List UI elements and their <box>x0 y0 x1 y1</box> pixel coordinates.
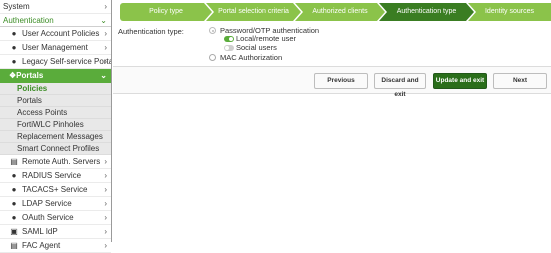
sidebar-item-user-management[interactable]: ● User Management › <box>0 41 111 55</box>
wizard-step-authentication-type[interactable]: Authentication type <box>379 3 474 21</box>
update-and-exit-button[interactable]: Update and exit <box>433 73 487 89</box>
sidebar-item-label: System <box>3 2 30 11</box>
chevron-right-icon: › <box>104 213 107 222</box>
chevron-down-icon: ⌄ <box>100 16 107 25</box>
chevron-down-icon: ⌄ <box>100 71 107 80</box>
chevron-right-icon: › <box>104 57 107 66</box>
discard-and-exit-button[interactable]: Discard and exit <box>374 73 426 98</box>
chevron-right-icon: › <box>104 157 107 166</box>
local-remote-user-toggle[interactable] <box>224 36 234 42</box>
oauth-icon: ● <box>11 213 17 222</box>
sidebar-section-label: Authentication <box>3 16 54 25</box>
wizard-step-identity-sources[interactable]: Identity sources <box>468 3 551 21</box>
wizard-step-authorized-clients[interactable]: Authorized clients <box>295 3 385 21</box>
tacacs-icon: ● <box>11 185 17 194</box>
mac-authorization-label: MAC Authorization <box>220 53 283 62</box>
sidebar-item-oauth-service[interactable]: ● OAuth Service › <box>0 211 111 225</box>
wizard-step-portal-selection-criteria[interactable]: Portal selection criteria <box>206 3 301 21</box>
password-otp-radio[interactable] <box>209 27 216 34</box>
sidebar-section-authentication[interactable]: Authentication ⌄ <box>0 14 111 27</box>
sidebar-item-remote-auth-servers[interactable]: ▤ Remote Auth. Servers › <box>0 155 111 169</box>
chevron-right-icon: › <box>104 171 107 180</box>
sidebar-item-label: SAML IdP <box>22 227 58 236</box>
user-icon: ● <box>11 29 17 38</box>
sidebar-item-label: RADIUS Service <box>22 171 82 180</box>
sidebar-item-label: User Management <box>22 43 88 52</box>
users-icon: ● <box>11 43 17 52</box>
ldap-icon: ● <box>11 199 17 208</box>
mac-authorization-radio[interactable] <box>209 54 216 61</box>
next-button[interactable]: Next <box>493 73 547 89</box>
chevron-right-icon: › <box>104 185 107 194</box>
sidebar-item-radius-service[interactable]: ● RADIUS Service › <box>0 169 111 183</box>
chevron-right-icon: › <box>104 227 107 236</box>
sidebar-item-fac-agent[interactable]: ▤ FAC Agent › <box>0 239 111 253</box>
chevron-right-icon: › <box>104 2 107 11</box>
saml-icon: ▣ <box>10 227 18 236</box>
social-users-toggle[interactable] <box>224 45 234 51</box>
sidebar-item-portals[interactable]: ❖Portals ⌄ <box>0 69 111 83</box>
sidebar-item-label: User Account Policies <box>22 29 100 38</box>
sidebar-item-tacacs-service[interactable]: ● TACACS+ Service › <box>0 183 111 197</box>
sidebar-subitem-replacement-messages[interactable]: Replacement Messages <box>0 131 111 143</box>
sidebar-subitem-fortiwlc-pinholes[interactable]: FortiWLC Pinholes <box>0 119 111 131</box>
sidebar-item-user-account-policies[interactable]: ● User Account Policies › <box>0 27 111 41</box>
sidebar: System › Authentication ⌄ ● User Account … <box>0 0 112 253</box>
local-remote-user-label: Local/remote user <box>236 34 297 43</box>
sidebar-subitem-portals[interactable]: Portals <box>0 95 111 107</box>
sidebar-item-label: FAC Agent <box>22 241 61 250</box>
chevron-right-icon: › <box>104 199 107 208</box>
chevron-right-icon: › <box>104 29 107 38</box>
sidebar-item-label: OAuth Service <box>22 213 74 222</box>
sidebar-item-label: Legacy Self-service Portal <box>22 57 111 66</box>
sidebar-item-label: Remote Auth. Servers <box>22 157 101 166</box>
authentication-type-label: Authentication type: <box>118 27 184 36</box>
sidebar-subitem-policies[interactable]: Policies <box>0 83 111 95</box>
sidebar-item-system[interactable]: System › <box>0 0 111 14</box>
sidebar-subitem-smart-connect-profiles[interactable]: Smart Connect Profiles <box>0 143 111 155</box>
wizard-step-policy-type[interactable]: Policy type <box>120 3 212 21</box>
sidebar-item-ldap-service[interactable]: ● LDAP Service › <box>0 197 111 211</box>
server-icon: ▤ <box>10 157 18 166</box>
sidebar-item-label: TACACS+ Service <box>22 185 88 194</box>
sidebar-item-legacy-self-service-portal[interactable]: ● Legacy Self-service Portal › <box>0 55 111 69</box>
agent-icon: ▤ <box>10 241 18 250</box>
chevron-right-icon: › <box>104 241 107 250</box>
sidebar-item-label: LDAP Service <box>22 199 72 208</box>
user-icon: ● <box>11 57 17 66</box>
sidebar-subitem-access-points[interactable]: Access Points <box>0 107 111 119</box>
chevron-right-icon: › <box>104 43 107 52</box>
social-users-label: Social users <box>236 43 277 52</box>
wizard-steps: Policy type Portal selection criteria Au… <box>120 3 551 21</box>
sidebar-item-saml-idp[interactable]: ▣ SAML IdP › <box>0 225 111 239</box>
previous-button[interactable]: Previous <box>314 73 368 89</box>
radius-icon: ● <box>11 171 17 180</box>
sidebar-item-label: Portals <box>16 71 44 80</box>
